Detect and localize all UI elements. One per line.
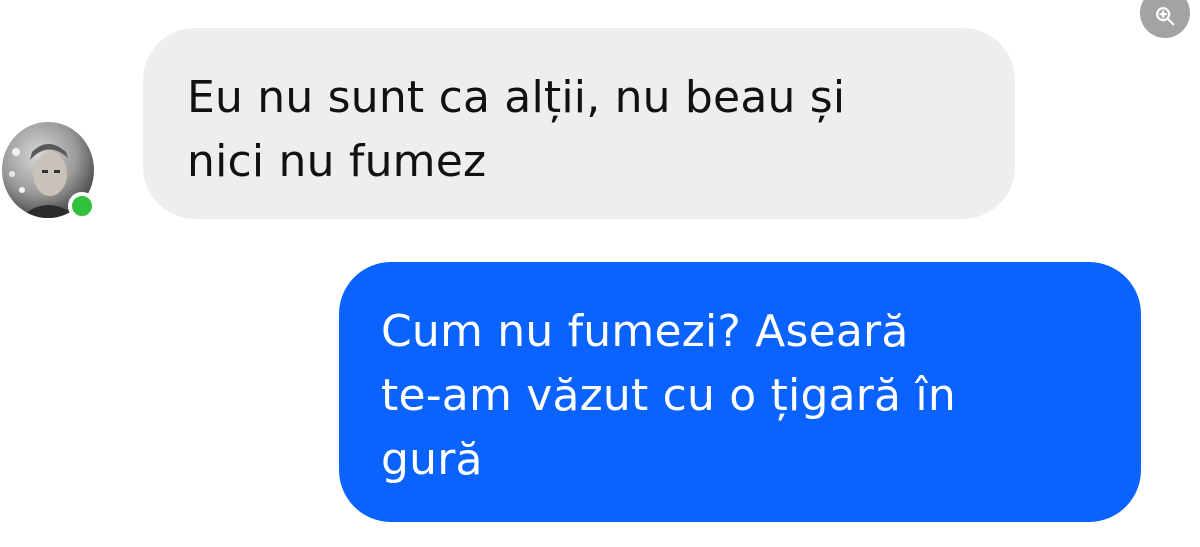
message-line: Eu nu sunt ca alții, nu beau și [187, 72, 846, 123]
outgoing-message-bubble[interactable]: Cum nu fumezi? Aseară te-am văzut cu o ț… [339, 262, 1141, 522]
message-line: gură [381, 434, 483, 485]
incoming-message-bubble[interactable]: Eu nu sunt ca alții, nu beau și nici nu … [143, 28, 1015, 219]
contact-avatar[interactable] [2, 122, 96, 220]
message-line: nici nu fumez [187, 136, 487, 187]
message-line: te-am văzut cu o țigară în [381, 370, 956, 421]
online-status-dot [68, 192, 96, 220]
message-line: Cum nu fumezi? Aseară [381, 306, 909, 357]
zoom-in-icon [1154, 0, 1176, 31]
chat-screen: Eu nu sunt ca alții, nu beau și nici nu … [0, 0, 1200, 547]
zoom-button[interactable] [1140, 0, 1190, 38]
